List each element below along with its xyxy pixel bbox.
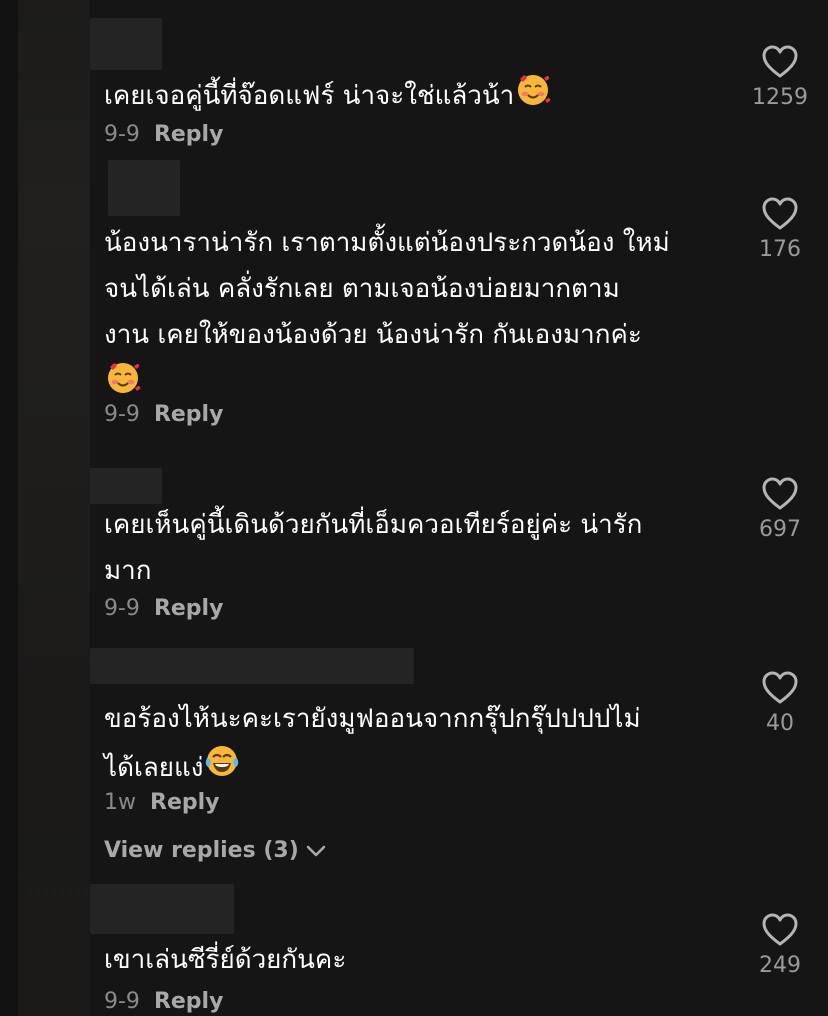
reply-button[interactable]: Reply <box>154 989 224 1014</box>
comments-screen: เคยเจอคู่นี้ที่จ๊อดแฟร์ น่าจะใช่แล้วน้า … <box>0 0 828 1016</box>
heart-outline-icon <box>762 913 798 946</box>
like-button[interactable]: 1259 <box>735 44 825 112</box>
reply-button[interactable]: Reply <box>154 402 224 427</box>
comment-text: เคยเจอคู่นี้ที่จ๊อดแฟร์ น่าจะใช่แล้วน้า <box>104 70 724 123</box>
heart-outline-icon <box>762 477 798 510</box>
comment-date: 9-9 <box>104 402 140 427</box>
redacted-username <box>90 648 414 684</box>
chevron-down-icon <box>306 845 326 857</box>
comment-meta: 9-9 Reply <box>104 595 223 623</box>
comment-date: 9-9 <box>104 596 140 621</box>
like-count: 697 <box>759 517 801 542</box>
face-with-tears-of-joy-emoji <box>203 742 241 795</box>
comment-text: เขาเล่นซีรี่ย์ด้วยกันคะ <box>104 945 347 975</box>
like-count: 40 <box>766 711 794 736</box>
comment-date: 1w <box>104 790 136 815</box>
like-button[interactable]: 697 <box>735 476 825 544</box>
view-replies-label: View replies (3) <box>104 838 299 863</box>
reply-button[interactable]: Reply <box>150 790 220 815</box>
redacted-username <box>90 468 162 504</box>
like-button[interactable]: 40 <box>735 670 825 738</box>
heart-outline-icon <box>762 197 798 230</box>
like-count: 176 <box>759 237 801 262</box>
reply-button[interactable]: Reply <box>154 122 224 147</box>
like-button[interactable]: 249 <box>735 912 825 980</box>
redacted-username <box>90 884 234 934</box>
heart-outline-icon <box>762 45 798 78</box>
like-count: 249 <box>759 953 801 978</box>
comment-text: น้องนาราน่ารัก เราตามตั้งแต่น้องประกวดน้… <box>104 220 724 411</box>
comment-meta: 9-9 Reply <box>104 988 223 1016</box>
like-count: 1259 <box>752 85 808 110</box>
blurred-avatar-column <box>18 0 90 1016</box>
comment-meta: 9-9 Reply <box>104 401 223 429</box>
redacted-username <box>90 18 162 70</box>
comment-date: 9-9 <box>104 989 140 1014</box>
comment-meta: 1w Reply <box>104 789 220 817</box>
comment-text: ขอร้องไห้นะคะเรายังมูฟออนจากกรุ๊ปกรุ๊ปปป… <box>104 696 724 795</box>
comment-text: เคยเห็นคู่นี้เดินด้วยกันที่เอ็มควอเทียร์… <box>104 510 643 586</box>
like-button[interactable]: 176 <box>735 196 825 264</box>
reply-button[interactable]: Reply <box>154 596 224 621</box>
heart-outline-icon <box>762 671 798 704</box>
comment-date: 9-9 <box>104 122 140 147</box>
redacted-username <box>108 160 180 216</box>
smiling-face-with-hearts-emoji <box>514 70 552 123</box>
view-replies-button[interactable]: View replies (3) <box>104 836 327 866</box>
comment-meta: 9-9 Reply <box>104 121 223 149</box>
